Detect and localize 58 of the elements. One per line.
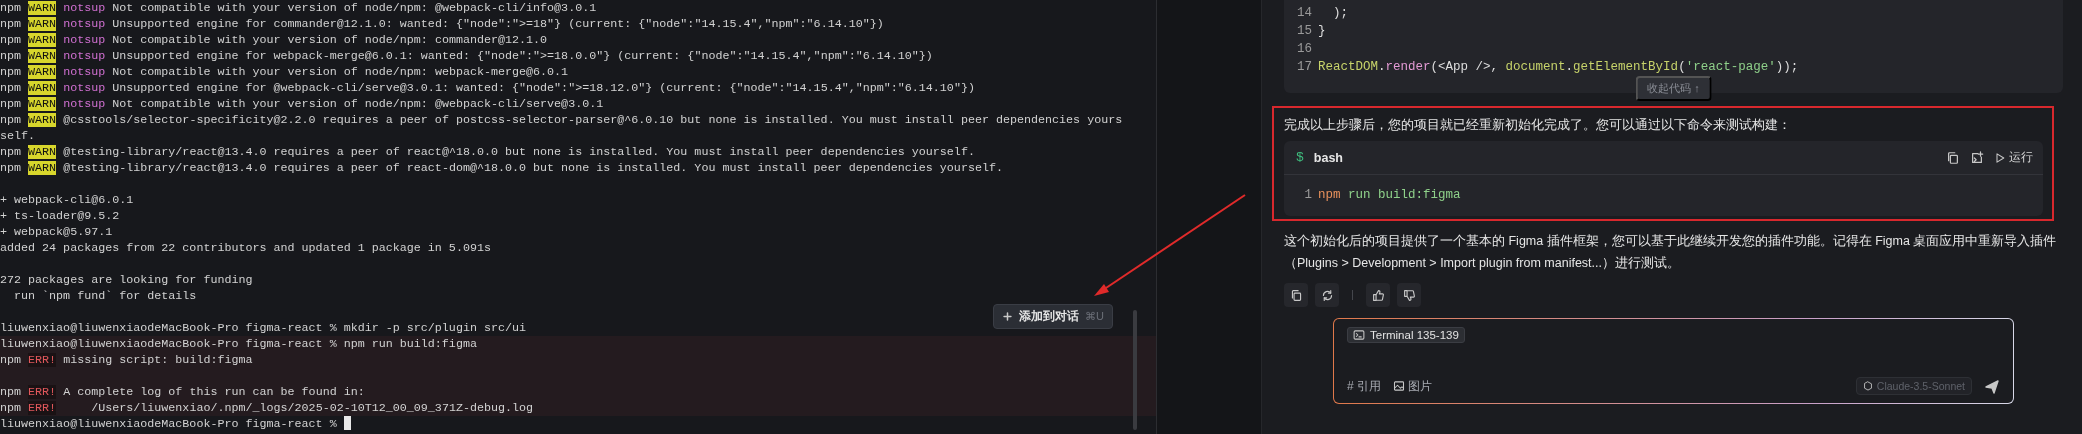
terminal-line: self. bbox=[0, 128, 37, 144]
terminal-line: added 24 packages from 22 contributors and updated 1 package in 5.091s bbox=[0, 240, 492, 256]
language-label: bash bbox=[1313, 150, 1344, 165]
copy-icon bbox=[1946, 150, 1960, 165]
message-text: 完成以上步骤后，您的项目就已经重新初始化完成了。您可以通过以下命令来测试构建： bbox=[1284, 117, 1792, 134]
terminal-line: npm WARN notsup Unsupported engine for @webpack-cli/serve@3.0.1: wanted: {"node":">=18.12.0"} (current: {"node":"14.15.4","npm":"6.14.10"}) bbox=[0, 80, 976, 96]
context-chip[interactable]: Terminal 135-139 bbox=[1347, 327, 1465, 343]
terminal-line: 272 packages are looking for funding bbox=[0, 272, 254, 288]
terminal-line: liuwenxiao@liuwenxiaodeMacBook-Pro figma-react % mkdir -p src/plugin src/ui bbox=[0, 320, 528, 336]
line-number: 14 bbox=[1296, 5, 1313, 22]
code-line: ReactDOM.render(<App />, document.getElementById('react-page')); bbox=[1318, 59, 1799, 76]
thumbs-down-button[interactable] bbox=[1397, 283, 1421, 307]
code-line: } bbox=[1318, 23, 1326, 40]
copy-button[interactable] bbox=[1284, 283, 1308, 307]
terminal-line: liuwenxiao@liuwenxiaodeMacBook-Pro figma-react % bbox=[0, 416, 1156, 432]
line-number: 15 bbox=[1296, 23, 1313, 40]
terminal-line: npm WARN @testing-library/react@13.4.0 requires a peer of react-dom@^18.0.0 but none is installed. You must install peer dependencies yourself. bbox=[0, 160, 1004, 176]
terminal-line: npm WARN notsup Not compatible with your version of node/npm: commander@12.1.0 bbox=[0, 32, 549, 48]
terminal-line: + ts-loader@9.5.2 bbox=[0, 208, 121, 224]
line-number: 1 bbox=[1303, 187, 1313, 204]
terminal-line: + webpack@5.97.1 bbox=[0, 224, 114, 240]
terminal-line: + webpack-cli@6.0.1 bbox=[0, 192, 135, 208]
code-line: ); bbox=[1332, 5, 1348, 22]
collapse-code-button[interactable]: 收起代码 ↑ bbox=[1635, 76, 1712, 101]
thumbs-up-button[interactable] bbox=[1366, 283, 1390, 307]
message-text: 这个初始化后的项目提供了一个基本的 Figma 插件框架，您可以基于此继续开发您的插件功能。记得在 Figma 桌面应用中重新导入插件（Plugins > Development > Import plugin from manifest...）进行测试。 bbox=[1284, 233, 2058, 272]
refresh-icon bbox=[1320, 288, 1334, 302]
terminal-line: npm WARN notsup Unsupported engine for commander@12.1.0: wanted: {"node":">=18"} (current: {"node":"14.15.4","npm":"6.14.10"}) bbox=[0, 16, 885, 32]
line-number: 17 bbox=[1296, 59, 1313, 76]
play-icon bbox=[1994, 151, 2006, 164]
terminal-icon bbox=[1353, 329, 1365, 341]
send-icon bbox=[1984, 378, 2000, 394]
insert-icon bbox=[1970, 150, 1984, 165]
terminal-line: npm WARN @testing-library/react@13.4.0 requires a peer of react@^18.0.0 but none is installed. You must install peer dependencies yourself. bbox=[0, 144, 976, 160]
run-button[interactable]: 运行 bbox=[1994, 149, 2033, 166]
terminal-line: npm WARN @csstools/selector-specificity@2.2.0 requires a peer of postcss-selector-parser@^6.0.10 but none is installed. You must install peer dependencies yours bbox=[0, 112, 1124, 128]
line-number: 16 bbox=[1296, 41, 1313, 58]
terminal-line: npm WARN notsup Not compatible with your version of node/npm: @webpack-cli/serve@3.0.1 bbox=[0, 96, 605, 112]
prompt-symbol: $ bbox=[1296, 150, 1304, 165]
reference-button[interactable]: # 引用 bbox=[1347, 377, 1381, 395]
insert-button[interactable] bbox=[1970, 150, 1984, 165]
copy-icon bbox=[1289, 288, 1303, 302]
add-to-chat-button[interactable]: 添加到对话 ⌘U bbox=[993, 304, 1113, 329]
chat-input[interactable]: Terminal 135-139 # 引用 图片 Claude-3.5-Sonnet bbox=[1333, 318, 2014, 404]
cube-icon bbox=[1862, 381, 1873, 391]
regenerate-button[interactable] bbox=[1315, 283, 1339, 307]
thumbs-up-icon bbox=[1371, 288, 1385, 302]
terminal-line: npm WARN notsup Not compatible with your version of node/npm: webpack-merge@6.0.1 bbox=[0, 64, 570, 80]
plus-icon bbox=[1002, 311, 1013, 322]
image-button[interactable]: 图片 bbox=[1393, 377, 1432, 395]
terminal-line: npm WARN notsup Not compatible with your version of node/npm: @webpack-cli/info@3.0.1 bbox=[0, 0, 598, 16]
terminal-line: run `npm fund` for details bbox=[13, 288, 198, 304]
thumbs-down-icon bbox=[1402, 288, 1416, 302]
copy-button[interactable] bbox=[1946, 150, 1960, 165]
image-icon bbox=[1393, 380, 1405, 392]
code-line: npm run build:figma bbox=[1318, 187, 1461, 204]
scrollbar[interactable] bbox=[1133, 310, 1137, 430]
terminal-line: npm WARN notsup Unsupported engine for webpack-merge@6.0.1: wanted: {"node":">=18.0.0"} (current: {"node":"14.15.4","npm":"6.14.10"}) bbox=[0, 48, 934, 64]
